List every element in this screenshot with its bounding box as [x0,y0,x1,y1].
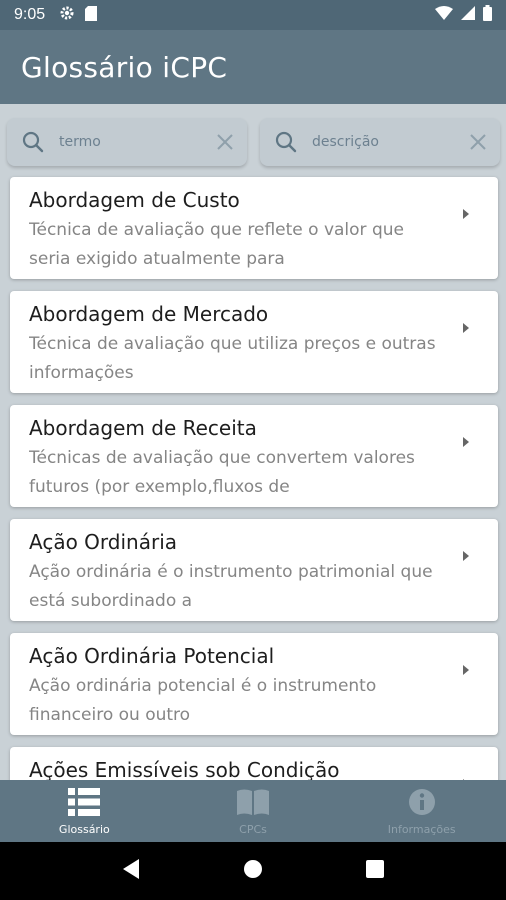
chevron-right-icon [462,319,470,338]
nav-label: CPCs [239,823,267,836]
bottom-nav: Glossário CPCs Informações [0,780,506,842]
system-nav-bar [0,842,506,900]
status-bar: 9:05 [0,0,506,30]
chevron-right-icon [462,433,470,452]
recents-icon[interactable] [365,859,385,883]
term-title: Ações Emissíveis sob Condição [29,758,340,780]
list-icon [68,788,101,820]
chevron-right-icon [462,205,470,224]
nav-glossario[interactable]: Glossário [0,780,169,842]
sd-card-icon [85,5,98,25]
info-icon [408,788,436,820]
wifi-icon [435,6,453,24]
term-description: Técnicas de avaliação que convertem valo… [29,448,415,497]
list-item[interactable]: Abordagem de Receita Técnicas de avaliaç… [10,405,498,507]
term-description: Ação ordinária é o instrumento patrimoni… [29,562,433,611]
search-icon[interactable] [260,131,312,153]
list-item[interactable]: Ação Ordinária Potencial Ação ordinária … [10,633,498,735]
gear-icon [59,5,75,25]
term-title: Abordagem de Receita [29,416,257,440]
list-item[interactable]: Abordagem de Mercado Técnica de avaliaçã… [10,291,498,393]
term-title: Ação Ordinária [29,530,178,554]
clear-description-icon[interactable] [456,133,500,151]
clear-term-icon[interactable] [203,133,247,151]
chevron-right-icon [462,547,470,566]
search-icon[interactable] [7,131,59,153]
term-description: Técnica de avaliação que reflete o valor… [29,220,404,269]
description-search-box[interactable] [260,118,500,166]
chevron-right-icon [462,661,470,680]
term-description: Ação ordinária potencial é o instrumento… [29,676,377,725]
book-icon [236,788,270,820]
glossary-list: Abordagem de Custo Técnica de avaliação … [0,172,506,780]
nav-label: Informações [387,823,456,836]
app-title: Glossário iCPC [21,50,228,84]
nav-informacoes[interactable]: Informações [337,780,506,842]
term-search-input[interactable] [59,134,203,150]
app-bar: Glossário iCPC [0,30,506,104]
term-search-box[interactable] [7,118,247,166]
search-row [0,104,506,172]
back-icon[interactable] [121,858,141,884]
term-title: Ação Ordinária Potencial [29,644,275,668]
nav-cpcs[interactable]: CPCs [169,780,338,842]
term-title: Abordagem de Mercado [29,302,269,326]
term-title: Abordagem de Custo [29,188,240,212]
status-time: 9:05 [14,6,46,23]
home-icon[interactable] [242,858,264,884]
term-description: Técnica de avaliação que utiliza preços … [29,334,436,383]
list-item[interactable]: Ações Emissíveis sob Condição [10,747,498,780]
list-item[interactable]: Ação Ordinária Ação ordinária é o instru… [10,519,498,621]
signal-icon [461,6,475,24]
list-item[interactable]: Abordagem de Custo Técnica de avaliação … [10,177,498,279]
battery-icon [483,5,492,25]
nav-label: Glossário [58,823,110,836]
description-search-input[interactable] [312,134,456,150]
